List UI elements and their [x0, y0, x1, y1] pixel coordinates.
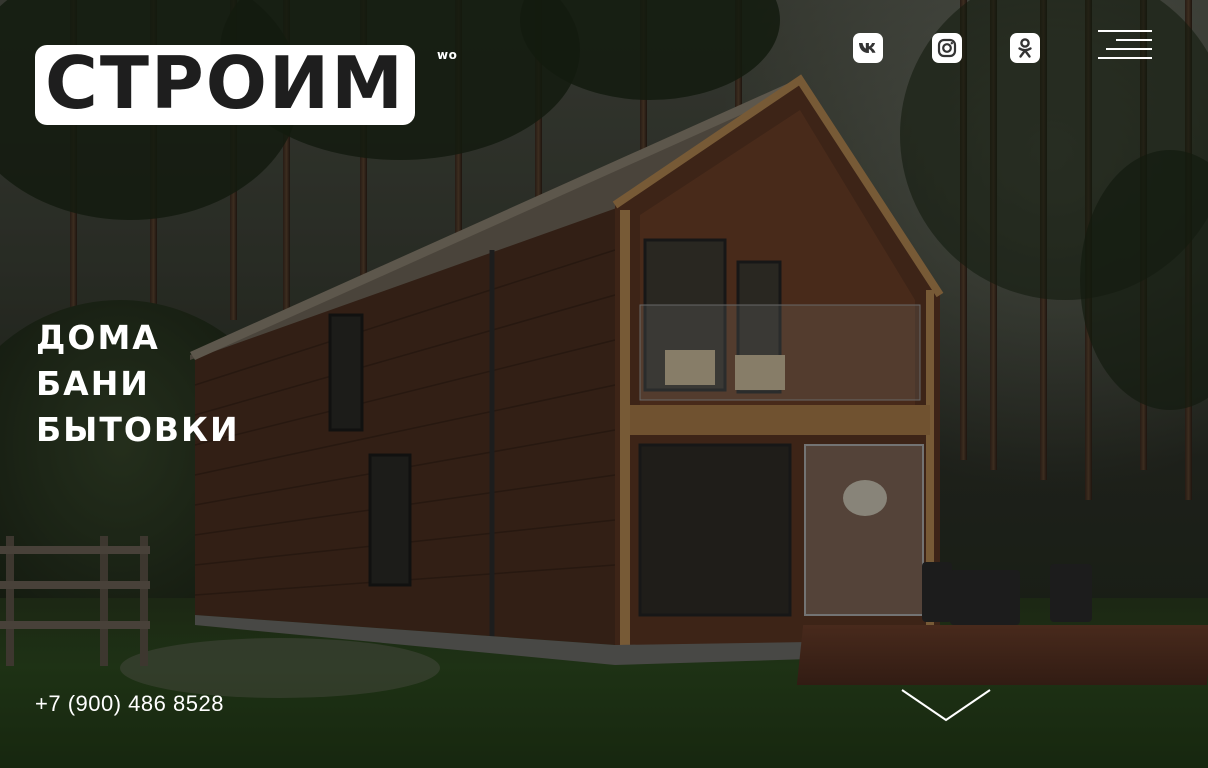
tagline-saunas: БАНИ — [36, 364, 150, 403]
hero-taglines: ДОМА БАНИ БЫТОВКИ — [36, 315, 240, 453]
chevron-down-icon[interactable] — [900, 686, 992, 726]
hamburger-menu-icon[interactable] — [1098, 30, 1152, 60]
odnoklassniki-icon[interactable] — [1010, 33, 1040, 63]
logo-badge: СТРОИМ — [35, 41, 415, 125]
logo-superscript: wo — [437, 48, 458, 62]
logo-text: СТРОИМ — [45, 41, 405, 125]
tagline-cabins: БЫТОВКИ — [36, 410, 240, 449]
vk-icon[interactable] — [853, 33, 883, 63]
tagline-houses: ДОМА — [36, 318, 160, 357]
logo[interactable]: СТРОИМ wo — [35, 41, 457, 125]
instagram-icon[interactable] — [932, 33, 962, 63]
phone-number[interactable]: +7 (900) 486 8528 — [35, 691, 224, 717]
